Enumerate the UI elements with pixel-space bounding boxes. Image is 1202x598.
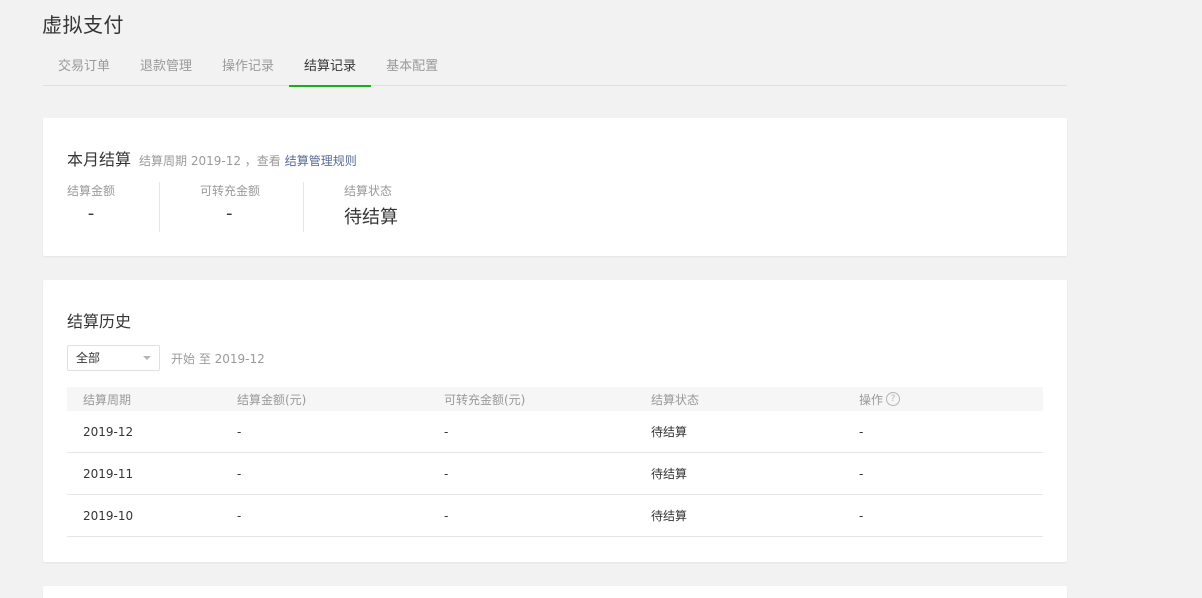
settlement-rules-link[interactable]: 结算管理规则 [285,152,357,169]
cell-transferable: - [444,424,449,439]
cell-amount: - [237,424,242,439]
settlement-history-card: 结算历史 全部 开始 至 2019-12 结算周期 结算金额(元) 可转充金额(… [43,280,1067,562]
tab-bar: 交易订单 退款管理 操作记录 结算记录 基本配置 [43,50,1067,87]
cell-action: - [859,424,864,439]
column-header-period: 结算周期 [83,392,132,407]
cell-status: 待结算 [651,509,688,523]
transferable-amount-value: - [226,203,233,224]
table-row: 2019-12 - - 待结算 - [67,411,1043,453]
table-row: 2019-10 - - 待结算 - [67,495,1043,537]
next-card [43,586,1067,598]
status-filter-select[interactable]: 全部 [67,345,160,371]
cell-amount: - [237,508,242,523]
tab-refund-management[interactable]: 退款管理 [125,50,207,86]
cell-status: 待结算 [651,425,688,439]
column-header-action: 操作 ? [859,391,1043,408]
table-header: 结算周期 结算金额(元) 可转充金额(元) 结算状态 操作 ? [67,387,1043,411]
table-row: 2019-11 - - 待结算 - [67,453,1043,495]
page: 虚拟支付 交易订单 退款管理 操作记录 结算记录 基本配置 本月结算 结算周期 … [0,0,1202,598]
cell-action: - [859,466,864,481]
cell-period: 2019-11 [83,466,134,481]
settlement-status-label: 结算状态 [344,184,393,198]
cell-status: 待结算 [651,467,688,481]
current-month-header: 本月结算 结算周期 2019-12 ，查看 结算管理规则 [67,146,357,170]
history-filter: 全部 开始 至 2019-12 [67,345,265,371]
transferable-amount-stat: 可转充金额 - [159,182,303,232]
tab-basic-config[interactable]: 基本配置 [371,50,453,86]
caret-down-icon [143,356,151,360]
cell-amount: - [237,466,242,481]
history-table: 结算周期 结算金额(元) 可转充金额(元) 结算状态 操作 ? 2019-12 … [67,387,1043,537]
column-header-transferable: 可转充金额(元) [444,392,526,407]
page-title: 虚拟支付 [42,13,124,37]
column-header-action-label: 操作 [859,392,884,407]
transferable-amount-label: 可转充金额 [200,184,261,198]
current-month-title: 本月结算 [67,150,132,169]
tab-operation-records[interactable]: 操作记录 [207,50,289,86]
current-month-stats: 结算金额 - 可转充金额 - 结算状态 待结算 [67,182,463,232]
settlement-status-value: 待结算 [344,207,398,228]
cell-transferable: - [444,508,449,523]
settlement-amount-value: - [87,203,95,224]
tab-trade-orders[interactable]: 交易订单 [43,50,125,86]
settlement-amount-stat: 结算金额 - [67,182,159,232]
column-header-amount: 结算金额(元) [237,392,307,407]
tab-settlement-records[interactable]: 结算记录 [289,50,372,87]
cell-period: 2019-10 [83,508,134,523]
question-circle-icon[interactable]: ? [886,392,901,406]
history-title: 结算历史 [67,312,132,331]
settlement-period-text: 结算周期 2019-12 ，查看 [139,154,281,168]
cell-transferable: - [444,466,449,481]
settlement-amount-label: 结算金额 [67,184,116,198]
status-filter-value: 全部 [76,351,101,365]
cell-period: 2019-12 [83,424,134,439]
cell-action: - [859,508,864,523]
date-range-text: 开始 至 2019-12 [171,351,265,366]
column-header-status: 结算状态 [651,392,700,407]
settlement-status-stat: 结算状态 待结算 [303,182,463,232]
current-month-card: 本月结算 结算周期 2019-12 ，查看 结算管理规则 结算金额 - 可转充金… [43,118,1067,256]
